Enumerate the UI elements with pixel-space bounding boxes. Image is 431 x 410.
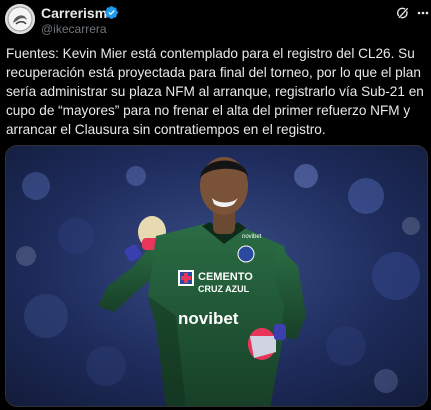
jersey-sponsor-line2: CRUZ AZUL [198,284,250,294]
tweet-photo[interactable]: CEMENTO CRUZ AZUL novibet novibet [5,145,428,407]
jersey-sponsor-line1: CEMENTO [198,271,253,283]
jersey-sponsor-main: novibet [178,309,239,328]
grok-icon[interactable] [395,5,411,21]
verified-badge-icon [105,6,118,19]
tweet-card: Carrerismo @ikecarrera Fuentes: Kevin Mi… [0,0,431,410]
author-avatar[interactable] [5,4,35,34]
more-horizontal-icon[interactable] [417,6,429,20]
tweet-text: Fuentes: Kevin Mier está contemplado par… [6,46,424,137]
author-handle[interactable]: @ikecarrera [41,22,107,36]
jersey-sleeve-sponsor: novibet [242,234,262,240]
